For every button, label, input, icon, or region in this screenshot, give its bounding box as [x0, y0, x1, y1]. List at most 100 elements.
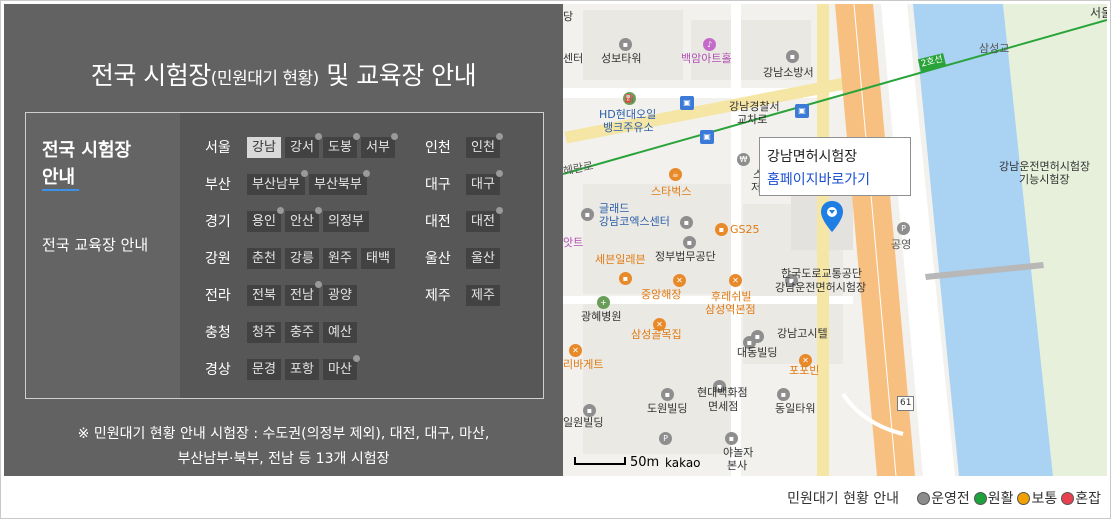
status-dot: [495, 207, 503, 214]
site-pohang[interactable]: 포항: [285, 359, 319, 380]
parking-icon[interactable]: P: [659, 432, 672, 445]
site-label: 전남: [290, 288, 314, 303]
site-mungyeong[interactable]: 문경: [247, 359, 281, 380]
site-gangseo[interactable]: 강서: [285, 133, 322, 158]
site-label: 대구: [471, 177, 495, 192]
map-label: 당: [563, 10, 574, 23]
gas-station-icon[interactable]: ⛽: [623, 92, 636, 105]
building-icon[interactable]: ▪: [661, 388, 674, 401]
region-label-incheon: 인천: [425, 140, 451, 156]
note-line-1: ※ 민원대기 현황 안내 시험장 : 수도권(의정부 제외), 대전, 대구, …: [77, 426, 490, 442]
exam-site-panel: 전국 시험장(민원대기 현황) 및 교육장 안내 전국 시험장 안내 전국 교육…: [4, 4, 563, 476]
legend-label: 원활: [987, 491, 1014, 507]
map-label: GS25: [730, 223, 760, 236]
site-dobong[interactable]: 도봉: [323, 133, 360, 158]
site-label: 전북: [252, 288, 276, 303]
map-label: 강남코엑스센터: [599, 215, 670, 228]
map-view[interactable]: ▪ ♪ ▪ ⛽ ▣ ▣ ▣ ₩ ☕ ▪ ▪ ▪ ▪ P ▪ ✕ ✕ ▪ + ▪ …: [563, 4, 1107, 476]
panel-title-sub: (민원대기 현황): [210, 69, 320, 89]
site-chungju[interactable]: 충주: [285, 322, 319, 343]
building-icon[interactable]: ▪: [786, 50, 799, 63]
site-jeju[interactable]: 제주: [466, 285, 500, 306]
building-icon[interactable]: ▪: [581, 208, 594, 221]
site-uijeongbu[interactable]: 의정부: [323, 211, 369, 232]
parking-icon[interactable]: P: [897, 222, 910, 235]
store-icon[interactable]: ▪: [619, 272, 632, 285]
building-icon[interactable]: ▪: [619, 38, 632, 51]
map-label: 강남운전면허시험장: [999, 160, 1091, 173]
site-label: 강서: [290, 140, 314, 155]
map-label: 후레쉬빌: [711, 290, 752, 303]
legend-dot: [973, 491, 987, 505]
map-label: 강남경찰서: [729, 100, 780, 113]
status-dot: [390, 133, 398, 140]
site-ansan[interactable]: 안산: [285, 207, 322, 232]
menu-exam-sites[interactable]: 전국 시험장 안내: [42, 137, 152, 191]
map-scale-label: 50m: [630, 455, 660, 470]
map-label: 세븐일레븐: [595, 253, 646, 266]
site-label: 강릉: [290, 251, 314, 266]
site-busan-nambu[interactable]: 부산남부: [247, 170, 308, 195]
site-incheon[interactable]: 인천: [466, 133, 503, 158]
site-label: 춘천: [252, 251, 276, 266]
site-jeonnam[interactable]: 전남: [285, 281, 322, 306]
convenience-store-icon[interactable]: ▪: [715, 223, 728, 236]
restaurant-icon[interactable]: ✕: [729, 274, 742, 287]
bus-stop-icon[interactable]: ▣: [795, 104, 809, 118]
site-jeonbuk[interactable]: 전북: [247, 285, 281, 306]
site-busan-bukbu[interactable]: 부산북부: [309, 170, 370, 195]
building-icon[interactable]: ▪: [680, 216, 693, 229]
status-dot: [300, 170, 308, 177]
site-wonju[interactable]: 원주: [323, 248, 357, 269]
bus-stop-icon[interactable]: ▣: [700, 130, 714, 144]
site-label: 예산: [328, 325, 352, 340]
map-label: 뱅크주유소: [603, 121, 654, 134]
site-cheongju[interactable]: 청주: [247, 322, 281, 343]
block: [583, 184, 733, 294]
building-icon[interactable]: ▪: [725, 432, 738, 445]
site-daejeon[interactable]: 대전: [466, 207, 503, 232]
site-gwangyang[interactable]: 광양: [323, 285, 357, 306]
site-ulsan[interactable]: 울산: [466, 248, 500, 269]
region-label-jeju: 제주: [425, 288, 451, 304]
building-icon[interactable]: ▪: [683, 236, 696, 249]
note-line-2: 부산남부·북부, 전남 등 13개 시험장: [177, 451, 390, 467]
region-label-busan: 부산: [205, 177, 231, 193]
panel-menu: 전국 시험장 안내 전국 교육장 안내: [26, 113, 180, 398]
status-dot: [314, 281, 322, 288]
status-dot: [495, 170, 503, 177]
site-selector-box: 전국 시험장 안내 전국 교육장 안내 서울 강남 강서 도봉 서부 부산 부산…: [25, 112, 544, 399]
site-gangnam[interactable]: 강남: [247, 137, 281, 158]
map-label: 스타벅스: [651, 185, 692, 198]
cafe-icon[interactable]: ☕: [669, 168, 682, 181]
map-label: 삼성역본점: [705, 303, 756, 316]
site-seobu[interactable]: 서부: [361, 133, 398, 158]
theater-icon[interactable]: ♪: [703, 38, 716, 51]
bank-icon[interactable]: ₩: [737, 153, 750, 166]
location-pin-icon[interactable]: [819, 200, 845, 234]
map-label: 면세점: [708, 400, 739, 413]
site-taebaek[interactable]: 태백: [361, 248, 395, 269]
site-yesan[interactable]: 예산: [323, 322, 357, 343]
site-chuncheon[interactable]: 춘천: [247, 248, 281, 269]
hospital-icon[interactable]: +: [597, 296, 610, 309]
legend-item-normal: 보통: [1017, 488, 1057, 508]
homepage-link[interactable]: 홈페이지바로가기: [767, 169, 870, 189]
menu-education-sites[interactable]: 전국 교육장 안내: [42, 231, 152, 259]
map-label: 강남고시텔: [777, 327, 828, 340]
bus-stop-icon[interactable]: ▣: [680, 96, 694, 110]
site-label: 원주: [328, 251, 352, 266]
site-gangneung[interactable]: 강릉: [285, 248, 319, 269]
site-masan[interactable]: 마산: [323, 355, 360, 380]
region-label-ulsan: 울산: [425, 251, 451, 267]
map-label: 리바게트: [563, 358, 604, 371]
legend-label: 보통: [1031, 491, 1058, 507]
map-label: 정부법무공단: [655, 250, 716, 263]
restaurant-icon[interactable]: ✕: [673, 274, 686, 287]
map-label: 성보타워: [601, 52, 642, 65]
site-yongin[interactable]: 용인: [247, 207, 284, 232]
restaurant-icon[interactable]: ✕: [569, 344, 582, 357]
building-icon[interactable]: ▪: [777, 388, 790, 401]
site-daegu[interactable]: 대구: [466, 170, 503, 195]
map-label: HD현대오일: [599, 108, 657, 121]
